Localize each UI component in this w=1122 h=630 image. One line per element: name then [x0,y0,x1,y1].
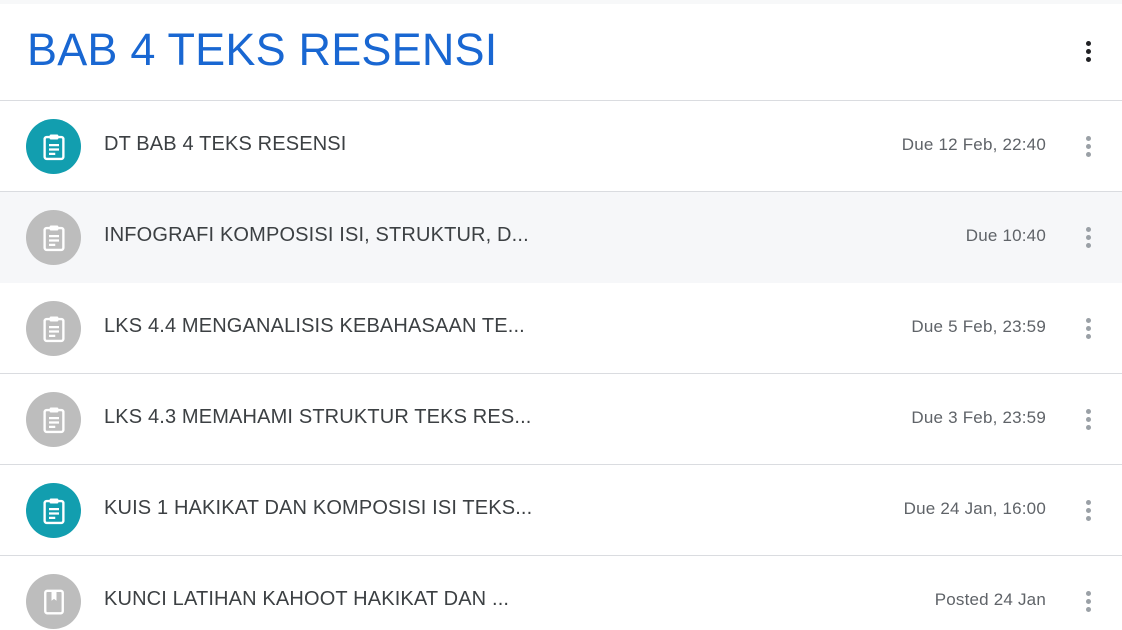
dot [1085,416,1091,422]
item-title: LKS 4.3 MEMAHAMI STRUKTUR TEKS RES... [104,406,532,428]
item-title: KUIS 1 HAKIKAT DAN KOMPOSISI ISI TEKS... [104,497,533,519]
dot [1085,242,1091,248]
classwork-item[interactable]: DT BAB 4 TEKS RESENSI Due 12 Feb, 22:40 [0,101,1122,192]
item-title: LKS 4.4 MENGANALISIS KEBAHASAAN TE... [104,315,525,337]
classwork-item[interactable]: INFOGRAFI KOMPOSISI ISI, STRUKTUR, D... … [0,192,1122,283]
assignment-icon [26,119,81,174]
item-due-date: Due 24 Jan, 16:00 [903,499,1046,518]
dot [1085,507,1091,513]
item-due-date: Due 5 Feb, 23:59 [911,317,1046,336]
classwork-item[interactable]: LKS 4.4 MENGANALISIS KEBAHASAAN TE... Du… [0,283,1122,374]
assignment-icon [26,392,81,447]
dot [1085,590,1091,596]
item-more-options-icon[interactable] [1068,399,1108,439]
dot [1085,317,1091,323]
dot [1085,325,1091,331]
assignment-icon [26,301,81,356]
dot [1085,606,1091,612]
item-title: DT BAB 4 TEKS RESENSI [104,133,347,155]
item-due-date: Due 10:40 [965,226,1046,245]
dot [1085,226,1091,232]
dot [1085,333,1091,339]
assignment-icon [26,483,81,538]
assignment-icon [26,210,81,265]
dot [1085,408,1091,414]
dot [1085,499,1091,505]
topic-title: BAB 4 TEKS RESENSI [27,24,498,75]
dot [1085,424,1091,430]
dot [1085,598,1091,604]
classwork-item[interactable]: KUNCI LATIHAN KAHOOT HAKIKAT DAN ... Pos… [0,556,1122,630]
classwork-topic-page: BAB 4 TEKS RESENSI DT BAB 4 TEKS RESENSI… [0,0,1122,630]
dot [1085,40,1091,46]
classwork-list: DT BAB 4 TEKS RESENSI Due 12 Feb, 22:40 … [0,101,1122,630]
item-more-options-icon[interactable] [1068,126,1108,166]
item-title: KUNCI LATIHAN KAHOOT HAKIKAT DAN ... [104,588,510,610]
dot [1085,135,1091,141]
dot [1085,56,1091,62]
topic-header: BAB 4 TEKS RESENSI [0,4,1122,101]
dot [1085,48,1091,54]
topic-more-options-icon[interactable] [1068,31,1108,71]
item-more-options-icon[interactable] [1068,581,1108,621]
item-more-options-icon[interactable] [1068,217,1108,257]
dot [1085,143,1091,149]
item-more-options-icon[interactable] [1068,490,1108,530]
item-due-date: Due 12 Feb, 22:40 [901,135,1046,154]
material-icon [26,574,81,629]
dot [1085,515,1091,521]
item-due-date: Due 3 Feb, 23:59 [911,408,1046,427]
item-title: INFOGRAFI KOMPOSISI ISI, STRUKTUR, D... [104,224,529,246]
dot [1085,151,1091,157]
classwork-item[interactable]: LKS 4.3 MEMAHAMI STRUKTUR TEKS RES... Du… [0,374,1122,465]
dot [1085,234,1091,240]
item-posted-date: Posted 24 Jan [934,590,1046,609]
classwork-item[interactable]: KUIS 1 HAKIKAT DAN KOMPOSISI ISI TEKS...… [0,465,1122,556]
item-more-options-icon[interactable] [1068,308,1108,348]
